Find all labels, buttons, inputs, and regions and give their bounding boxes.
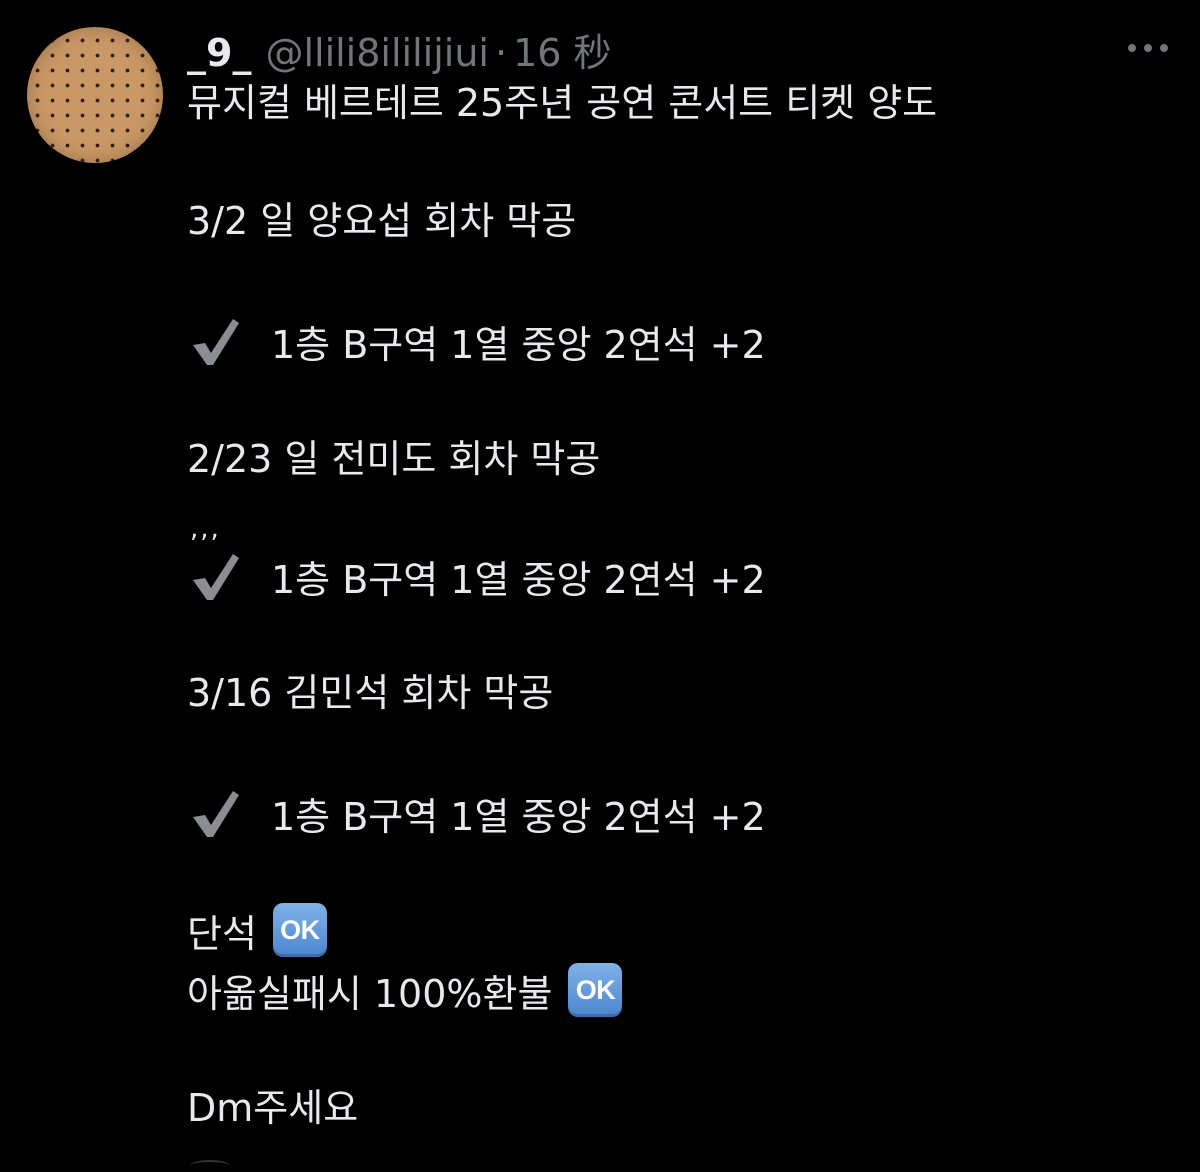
- single-seat-text: 단석: [187, 911, 257, 956]
- ok-icon: OK: [568, 963, 623, 1017]
- refund-text: 아옮실패시 100%환불: [187, 971, 553, 1016]
- more-horizontal-icon: [1128, 44, 1168, 52]
- check-icon: [193, 554, 239, 600]
- contact-line: Dm주세요: [187, 1086, 359, 1130]
- timestamp[interactable]: 16 秒: [513, 22, 611, 77]
- seat-text-1: 1층 B구역 1열 중앙 2연석 +2: [271, 322, 766, 367]
- more-options-button[interactable]: [1118, 30, 1178, 66]
- show-line-2: 2/23 일 전미도 회차 막공: [187, 437, 601, 481]
- display-name[interactable]: _9_: [187, 31, 251, 75]
- separator-dot: ·: [494, 31, 508, 75]
- seat-line-1: 1층 B구역 1열 중앙 2연석 +2: [187, 313, 766, 369]
- show-line-1: 3/2 일 양요섭 회차 막공: [187, 199, 577, 243]
- single-seat-line: 단석 OK: [187, 902, 327, 958]
- check-icon: [193, 319, 239, 365]
- seat-line-2: 1층 B구역 1열 중앙 2연석 +2: [187, 548, 766, 604]
- check-icon: [193, 791, 239, 837]
- tweet-title-line: 뮤지컬 베르테르 25주년 공연 콘서트 티켓 양도: [187, 81, 938, 125]
- refund-line: 아옮실패시 100%환불 OK: [187, 962, 623, 1018]
- next-line-edge: [190, 1160, 230, 1172]
- tweet-header: _9_ @llili8ililijiui · 16 秒: [187, 22, 612, 75]
- seat-line-3: 1층 B구역 1열 중앙 2연석 +2: [187, 785, 766, 841]
- quote-mark: ,,,: [190, 514, 221, 544]
- seat-text-3: 1층 B구역 1열 중앙 2연석 +2: [271, 794, 766, 839]
- avatar[interactable]: [27, 27, 163, 163]
- seat-text-2: 1층 B구역 1열 중앙 2연석 +2: [271, 557, 766, 602]
- tweet: _9_ @llili8ililijiui · 16 秒 뮤지컬 베르테르 25주…: [0, 0, 1200, 1170]
- user-handle[interactable]: @llili8ililijiui: [265, 31, 489, 75]
- ok-icon: OK: [272, 903, 327, 957]
- show-line-3: 3/16 김민석 회차 막공: [187, 671, 554, 715]
